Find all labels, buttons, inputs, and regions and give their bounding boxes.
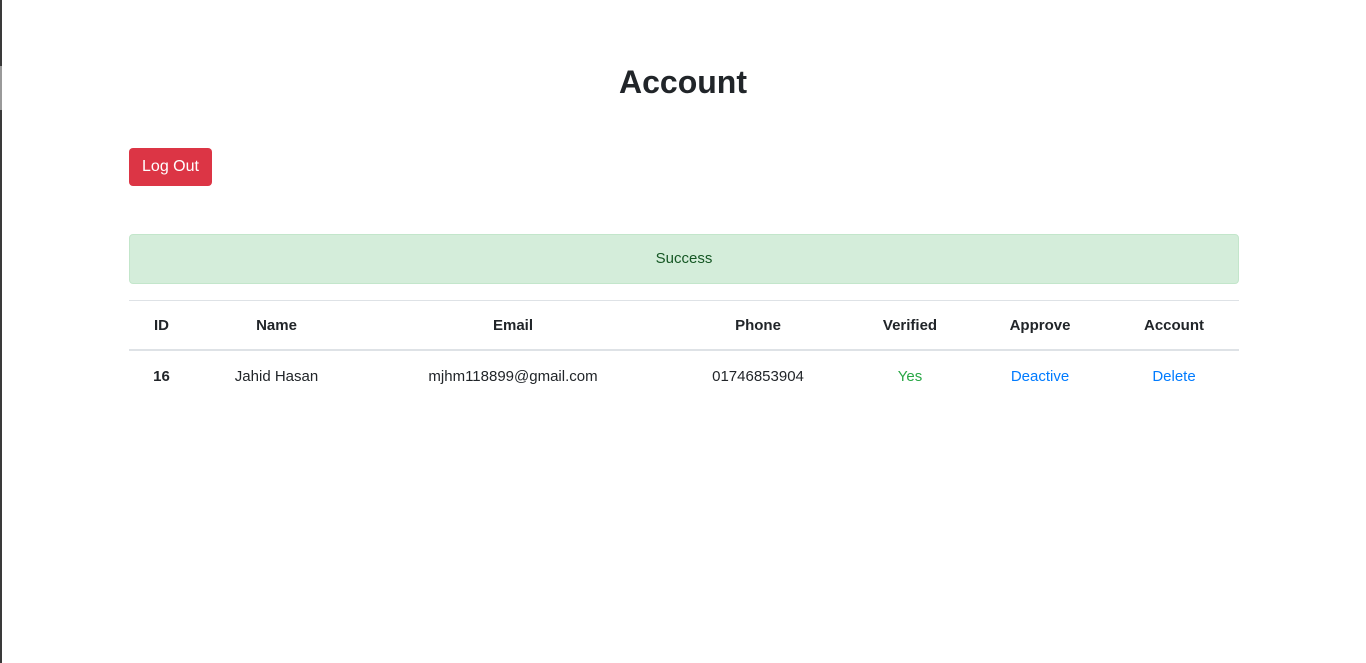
column-header-id: ID xyxy=(129,300,194,351)
table-row: 16 Jahid Hasan mjhm118899@gmail.com 0174… xyxy=(129,350,1239,401)
cell-phone: 01746853904 xyxy=(712,367,804,385)
column-header-approve: Approve xyxy=(971,300,1109,351)
cell-approve: Deactive xyxy=(971,350,1109,401)
cell-email: mjhm118899@gmail.com xyxy=(428,367,598,385)
column-header-verified: Verified xyxy=(849,300,971,351)
success-alert: Success xyxy=(129,234,1239,284)
cell-id: 16 xyxy=(153,367,170,385)
cell-verified: Yes xyxy=(897,367,923,385)
cell-name: Jahid Hasan xyxy=(234,367,319,385)
cell-account: Delete xyxy=(1109,350,1239,401)
logout-button[interactable]: Log Out xyxy=(129,148,212,186)
column-header-phone: Phone xyxy=(667,300,849,351)
table-header-row: ID Name Email Phone Verified Approve Acc… xyxy=(129,300,1239,351)
deactive-link[interactable]: Deactive xyxy=(1011,368,1069,385)
column-header-name: Name xyxy=(194,300,359,351)
accounts-table: ID Name Email Phone Verified Approve Acc… xyxy=(129,300,1239,401)
column-header-account: Account xyxy=(1109,300,1239,351)
column-header-email: Email xyxy=(359,300,667,351)
delete-link[interactable]: Delete xyxy=(1152,368,1195,385)
page-title: Account xyxy=(619,64,747,100)
